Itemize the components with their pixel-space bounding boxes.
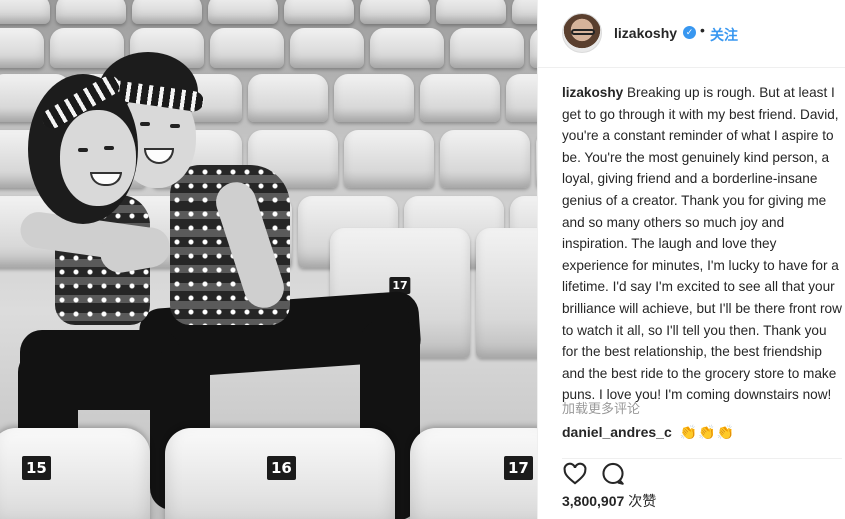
comment-icon[interactable]	[600, 461, 626, 487]
like-count-unit: 次赞	[628, 493, 657, 509]
comment-item: daniel_andres_c 👏👏👏	[562, 424, 735, 441]
heart-icon[interactable]	[562, 461, 588, 487]
post-photo[interactable]: 17 15 16 17	[0, 0, 537, 519]
follow-button[interactable]: 关注	[710, 25, 738, 45]
seat: 15	[0, 428, 150, 519]
comment-text: 👏👏👏	[679, 424, 735, 440]
post-sidebar: lizakoshy ✓ • 关注 lizakoshy Breaking up i…	[537, 0, 845, 519]
load-more-comments-button[interactable]: 加载更多评论	[562, 398, 640, 417]
action-bar	[562, 458, 842, 488]
separator-dot: •	[700, 22, 705, 38]
comment-username[interactable]: daniel_andres_c	[562, 424, 672, 440]
avatar[interactable]	[562, 13, 602, 53]
like-count[interactable]: 3,800,907 次赞	[562, 491, 656, 511]
like-count-value: 3,800,907	[562, 493, 625, 509]
seat: 16	[165, 428, 395, 519]
caption-text: Breaking up is rough. But at least I get…	[562, 85, 842, 403]
post-header: lizakoshy ✓ • 关注	[538, 0, 845, 68]
seat-number: 17	[504, 456, 533, 480]
post-caption: lizakoshy Breaking up is rough. But at l…	[562, 82, 845, 406]
seat-number: 15	[22, 456, 51, 480]
verified-badge-icon: ✓	[683, 26, 696, 39]
caption-username[interactable]: lizakoshy	[562, 85, 623, 100]
seat: 17	[410, 428, 537, 519]
seat-number: 16	[267, 456, 296, 480]
header-username[interactable]: lizakoshy	[614, 25, 677, 41]
